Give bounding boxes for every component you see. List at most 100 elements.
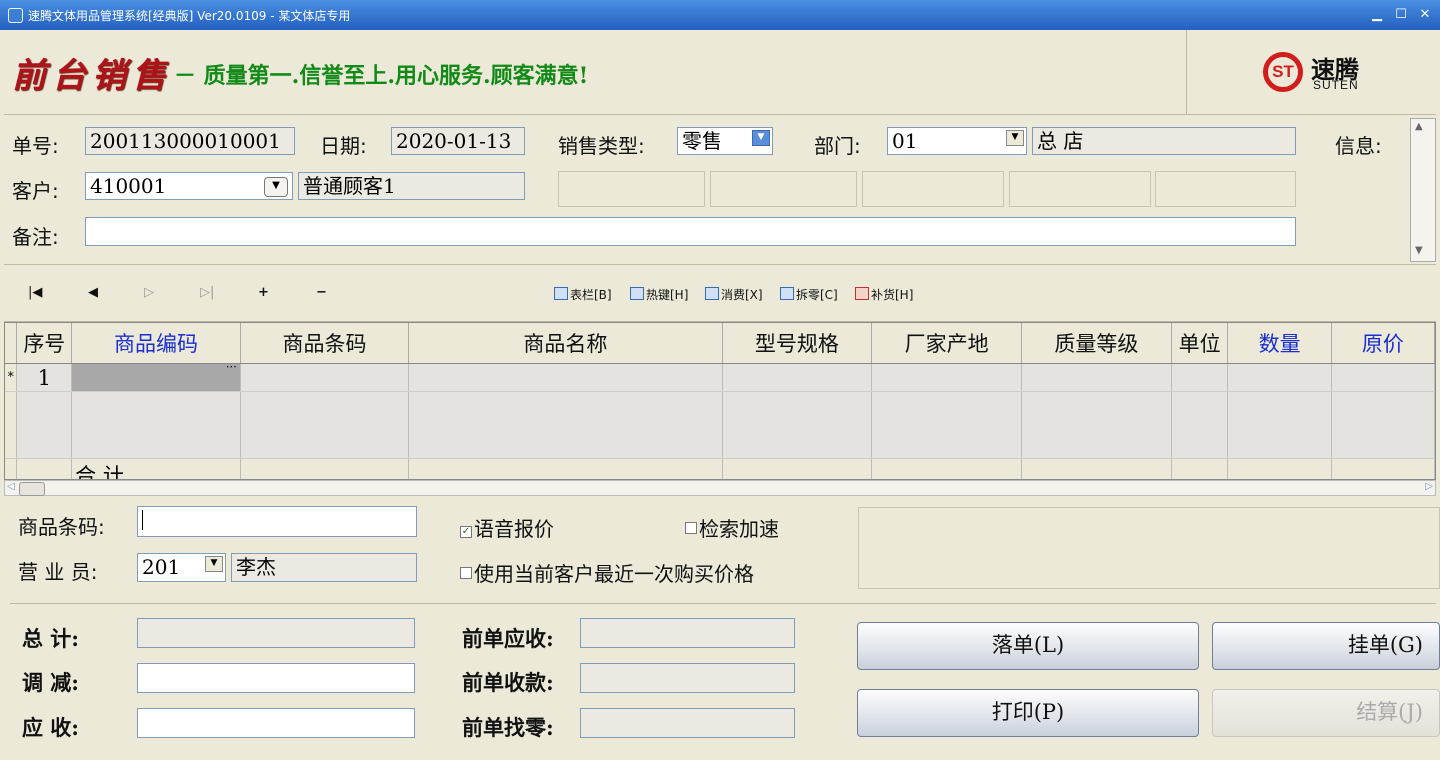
close-button[interactable]: ✕ xyxy=(1414,5,1436,25)
split-button[interactable]: 拆零[C] xyxy=(780,286,838,303)
barcode-input[interactable] xyxy=(137,506,417,537)
col-header-manufacturer[interactable]: 厂家产地 xyxy=(871,323,1023,364)
model-cell[interactable] xyxy=(722,363,873,392)
window-title: 速腾文体用品管理系统[经典版] Ver20.0109 - 某文体店专用 xyxy=(28,9,351,23)
order-no-field[interactable]: 200113000010001 xyxy=(85,127,295,155)
last-price-checkbox[interactable]: 使用当前客户最近一次购买价格 xyxy=(460,558,754,587)
quality-cell[interactable] xyxy=(1021,363,1172,392)
col-header-item-name[interactable]: 商品名称 xyxy=(408,323,723,364)
customer-info-cell-4 xyxy=(1009,171,1151,207)
items-grid[interactable]: 序号 商品编码 商品条码 商品名称 型号规格 厂家产地 质量等级 单位 数量 原… xyxy=(4,322,1436,480)
banner: 前台销售 － 质量第一.信誉至上.用心服务.顾客满意! ST 速腾 SUTEN xyxy=(4,30,1436,115)
dept-label: 部门: xyxy=(814,134,861,158)
voice-price-label: 语音报价 xyxy=(474,517,554,541)
table-row[interactable]: * 1 ⋯ xyxy=(5,360,1435,392)
last-price-label: 使用当前客户最近一次购买价格 xyxy=(474,562,754,586)
scroll-left-icon[interactable]: ◁ xyxy=(7,481,15,492)
col-header-barcode[interactable]: 商品条码 xyxy=(240,323,410,364)
hold-order-button[interactable]: 挂单(G) xyxy=(1212,622,1440,670)
clerk-code-select[interactable]: 201 ▼ xyxy=(137,553,226,582)
consume-button[interactable]: 消费[X] xyxy=(705,286,763,303)
col-header-price[interactable]: 原价 xyxy=(1331,323,1435,364)
col-header-quality[interactable]: 质量等级 xyxy=(1021,323,1172,364)
total-row: 合 计 xyxy=(5,458,1435,479)
price-cell[interactable] xyxy=(1331,363,1435,392)
dept-select[interactable]: 01 ▼ xyxy=(887,127,1027,155)
search-speedup-label: 检索加速 xyxy=(699,517,779,541)
restock-icon xyxy=(855,287,869,300)
customer-name-field: 普通顾客1 xyxy=(298,172,525,200)
prev-change-label: 前单找零: xyxy=(462,715,554,740)
empty-area xyxy=(5,391,1435,459)
last-record-icon[interactable]: ▷| xyxy=(200,285,214,300)
clerk-name-field: 李杰 xyxy=(231,553,417,582)
split-label: 拆零[C] xyxy=(796,288,838,302)
text-cursor xyxy=(142,510,143,530)
split-icon xyxy=(780,287,794,300)
dept-code-value: 01 xyxy=(892,129,918,153)
checkbox-icon[interactable] xyxy=(460,567,472,579)
col-header-model[interactable]: 型号规格 xyxy=(722,323,873,364)
prev-receivable-field xyxy=(580,618,795,648)
add-row-icon[interactable]: + xyxy=(258,285,269,300)
item-name-cell[interactable] xyxy=(408,363,723,392)
checkbox-checked-icon[interactable]: ✓ xyxy=(460,526,472,538)
barcode-cell[interactable] xyxy=(240,363,410,392)
info-scroll-area[interactable]: ▲ ▼ xyxy=(1410,118,1436,262)
hotkeys-label: 热键[H] xyxy=(646,288,689,302)
prev-receivable-label: 前单应收: xyxy=(462,626,554,651)
table-icon xyxy=(554,287,568,300)
ellipsis-icon[interactable]: ⋯ xyxy=(226,360,237,373)
customer-info-cell-5 xyxy=(1155,171,1296,207)
prev-record-icon[interactable]: ◀ xyxy=(88,285,98,300)
print-button[interactable]: 打印(P) xyxy=(857,689,1199,737)
scroll-up-icon[interactable]: ▲ xyxy=(1415,121,1423,132)
place-order-button[interactable]: 落单(L) xyxy=(857,622,1199,670)
item-code-cell[interactable]: ⋯ xyxy=(71,360,241,392)
col-header-quantity[interactable]: 数量 xyxy=(1227,323,1332,364)
clerk-label: 营 业 员: xyxy=(18,560,98,584)
page-title: 前台销售 xyxy=(12,56,172,96)
settle-button[interactable]: 结算(J) xyxy=(1212,689,1440,737)
chevron-down-icon[interactable]: ▼ xyxy=(1006,130,1024,146)
horizontal-scrollbar[interactable]: ◁ ▷ xyxy=(4,480,1436,496)
restock-button[interactable]: 补货[H] xyxy=(855,286,913,303)
sale-type-select[interactable]: 零售 ▼ xyxy=(677,127,773,155)
manufacturer-cell[interactable] xyxy=(871,363,1023,392)
keyboard-icon xyxy=(630,287,644,300)
remark-input[interactable] xyxy=(85,217,1296,246)
total-label: 合 计 xyxy=(71,458,241,479)
receivable-input[interactable] xyxy=(137,708,415,738)
next-record-icon[interactable]: ▷ xyxy=(144,285,154,300)
checkbox-icon[interactable] xyxy=(685,522,697,534)
chevron-down-icon[interactable]: ▼ xyxy=(264,177,288,197)
customer-code-select[interactable]: 410001 ▼ xyxy=(85,172,293,200)
scroll-right-icon[interactable]: ▷ xyxy=(1425,481,1433,492)
info-label: 信息: xyxy=(1335,134,1382,158)
search-speedup-checkbox[interactable]: 检索加速 xyxy=(685,513,779,542)
first-record-icon[interactable]: |◀ xyxy=(28,285,42,300)
chevron-down-icon[interactable]: ▼ xyxy=(205,556,223,572)
logo-area: ST 速腾 SUTEN xyxy=(1186,30,1437,114)
columns-label: 表栏[B] xyxy=(570,288,612,302)
col-header-unit[interactable]: 单位 xyxy=(1171,323,1229,364)
remark-label: 备注: xyxy=(12,225,59,249)
voice-price-checkbox[interactable]: ✓ 语音报价 xyxy=(460,513,554,542)
scroll-thumb[interactable] xyxy=(19,482,45,496)
quantity-cell[interactable] xyxy=(1227,363,1332,392)
app-icon xyxy=(8,8,23,23)
minimize-button[interactable]: ▁ xyxy=(1366,5,1388,25)
col-header-seq[interactable]: 序号 xyxy=(16,323,73,364)
columns-button[interactable]: 表栏[B] xyxy=(554,286,612,303)
customer-info-cell-3 xyxy=(862,171,1004,207)
unit-cell[interactable] xyxy=(1171,363,1229,392)
chevron-down-icon[interactable]: ▼ xyxy=(752,130,770,146)
date-field[interactable]: 2020-01-13 xyxy=(391,127,525,155)
adjust-input[interactable] xyxy=(137,663,415,693)
scroll-down-icon[interactable]: ▼ xyxy=(1415,245,1423,256)
hotkeys-button[interactable]: 热键[H] xyxy=(630,286,688,303)
receivable-label: 应 收: xyxy=(22,715,80,740)
col-header-item-code[interactable]: 商品编码 xyxy=(71,323,241,364)
delete-row-icon[interactable]: − xyxy=(316,285,327,300)
maximize-button[interactable]: ☐ xyxy=(1390,5,1412,25)
